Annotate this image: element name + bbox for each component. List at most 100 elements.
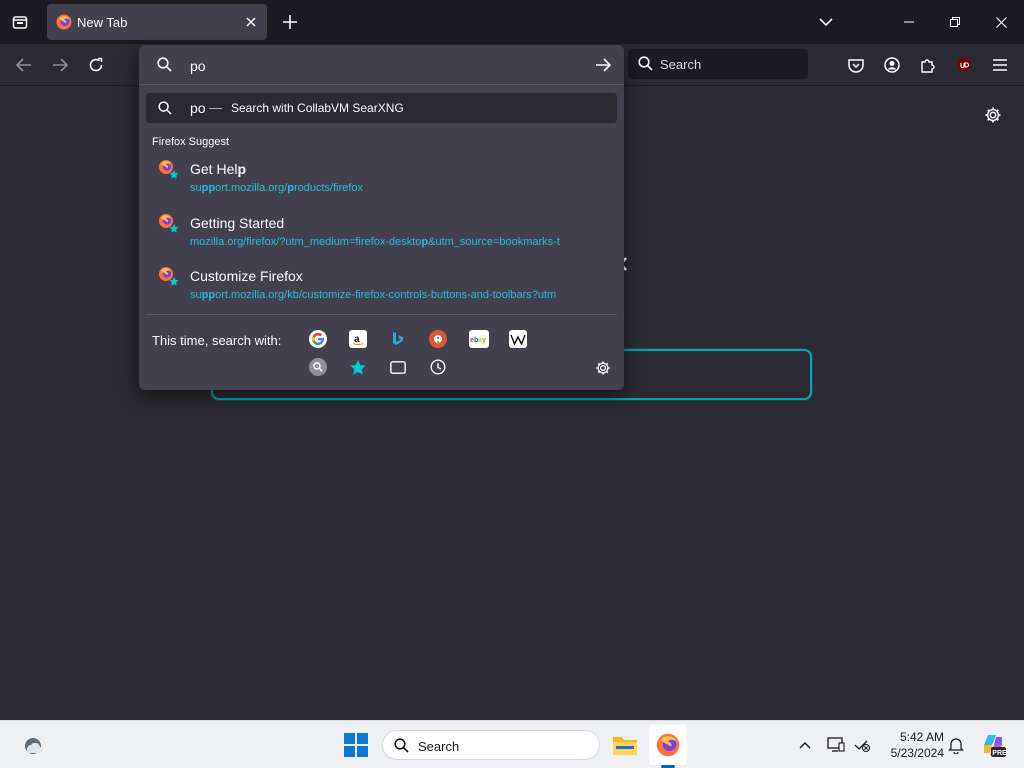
pocket-button[interactable] [845, 54, 867, 76]
bing-search-button[interactable] [389, 330, 407, 348]
search-icon [157, 57, 172, 77]
notifications-button[interactable] [946, 735, 966, 755]
gear-icon [596, 361, 610, 375]
suggestion-row[interactable]: Getting Started mozilla.org/firefox/?utm… [146, 209, 617, 259]
windows-logo-icon [344, 733, 368, 757]
new-tab-button[interactable] [278, 10, 302, 34]
duckduckgo-icon [434, 335, 442, 344]
bell-icon [948, 738, 964, 754]
search-icon [394, 738, 409, 758]
searxng-icon [313, 362, 323, 372]
firefox-view-icon [12, 16, 28, 29]
wikipedia-search-button[interactable] [509, 330, 527, 348]
ebay-icon: ebay [470, 337, 486, 344]
taskbar-search-placeholder: Search [418, 739, 460, 754]
suggestion-row[interactable]: Customize Firefox support.mozilla.org/kb… [146, 262, 617, 312]
restore-button[interactable] [932, 0, 978, 44]
url-segment: su [190, 182, 202, 194]
toolbar-search-input[interactable]: Search [628, 49, 808, 79]
puzzle-icon [921, 59, 935, 73]
suggestion-url: support.mozilla.org/products/firefox [190, 182, 604, 194]
monitor-icon [827, 737, 845, 752]
reload-icon [89, 57, 103, 72]
suggestion-row[interactable]: Get Help support.mozilla.org/products/fi… [146, 155, 617, 205]
network-tray-button[interactable] [852, 735, 872, 755]
firefox-bookmark-favicon-icon [158, 213, 180, 240]
suggestion-url: mozilla.org/firefox/?utm_medium=firefox-… [190, 236, 604, 248]
arrow-left-icon [16, 58, 31, 72]
restore-icon [950, 17, 960, 27]
svg-text:y: y [482, 337, 486, 344]
display-tray-button[interactable] [826, 735, 846, 755]
account-button[interactable] [881, 54, 903, 76]
search-icon [158, 101, 172, 120]
close-icon [995, 16, 1007, 28]
heuristic-query: po [190, 100, 206, 116]
ebay-search-button[interactable]: ebay [469, 330, 489, 348]
address-bar-input[interactable]: po [139, 45, 624, 85]
windows-taskbar: Search 5:42 AM 5/23/2024 PRE [0, 720, 1024, 768]
taskbar-clock[interactable]: 5:42 AM 5/23/2024 [882, 729, 944, 761]
history-search-button[interactable] [429, 358, 447, 376]
extensions-button[interactable] [917, 54, 939, 76]
url-segment: ort.mozilla.org/kb/customize-firefox-con… [215, 289, 557, 301]
widgets-button[interactable] [20, 733, 46, 757]
clock-date: 5/23/2024 [890, 746, 944, 760]
bookmarks-search-button[interactable] [349, 358, 367, 376]
firefox-suggest-label: Firefox Suggest [152, 136, 230, 148]
start-button[interactable] [344, 733, 368, 757]
urlbar-dropdown: po po — Search with CollabVM SearXNG Fir… [139, 45, 624, 390]
reload-button[interactable] [83, 53, 109, 77]
duckduckgo-search-button[interactable] [429, 330, 447, 348]
close-window-button[interactable] [978, 0, 1024, 44]
heuristic-search-result[interactable]: po — Search with CollabVM SearXNG [146, 93, 617, 123]
tab-close-button[interactable] [243, 14, 259, 30]
show-hidden-icons-button[interactable] [795, 735, 815, 755]
ublock-icon [958, 58, 970, 72]
suggestion-title: Getting Started [190, 215, 285, 231]
suggestion-title-match: p [237, 161, 247, 177]
ublock-origin-button[interactable] [953, 54, 975, 76]
suggestion-url: support.mozilla.org/kb/customize-firefox… [190, 289, 604, 301]
url-match-segment: pp [201, 289, 216, 301]
chevron-down-icon [819, 18, 833, 27]
url-segment: mozilla.org/firefox/?utm_medium=firefox-… [190, 236, 422, 248]
url-segment: ort.mozilla.org/ [215, 182, 288, 194]
hamburger-menu-icon [993, 59, 1007, 71]
back-button[interactable] [11, 53, 37, 77]
gear-icon [985, 107, 1001, 123]
list-all-tabs-button[interactable] [814, 10, 838, 34]
url-match-segment: p [287, 182, 294, 194]
tab-new-tab[interactable]: New Tab [47, 4, 267, 40]
tabs-search-button[interactable] [389, 358, 407, 376]
google-search-button[interactable] [309, 330, 327, 348]
plus-icon [283, 15, 297, 29]
suggestion-title: Customize Firefox [190, 268, 303, 284]
history-icon [430, 359, 446, 375]
firefox-favicon-icon [56, 14, 72, 35]
searxng-search-button[interactable] [309, 358, 327, 376]
minimize-button[interactable] [886, 0, 932, 44]
go-button[interactable] [593, 56, 613, 74]
copilot-button[interactable]: PRE [980, 732, 1006, 758]
search-icon [638, 56, 653, 76]
firefox-taskbar-button[interactable] [649, 725, 687, 765]
address-bar-value: po [190, 58, 206, 74]
forward-button[interactable] [47, 53, 73, 77]
firefox-icon [656, 733, 680, 757]
new-tab-settings-button[interactable] [982, 104, 1004, 126]
firefox-view-button[interactable] [8, 10, 32, 34]
taskbar-search-input[interactable]: Search [382, 730, 600, 760]
file-explorer-button[interactable] [611, 731, 639, 759]
heuristic-separator: — [209, 100, 222, 115]
amazon-search-button[interactable]: a [349, 330, 367, 348]
divider [146, 314, 617, 315]
app-menu-button[interactable] [989, 54, 1011, 76]
wikipedia-icon [510, 334, 526, 345]
url-segment: &utm_source=bookmarks-t [428, 236, 560, 248]
search-settings-button[interactable] [593, 358, 613, 378]
tabs-icon [390, 360, 406, 374]
clock-time: 5:42 AM [899, 730, 944, 744]
firefox-bookmark-favicon-icon [158, 266, 180, 293]
pocket-icon [848, 58, 864, 73]
